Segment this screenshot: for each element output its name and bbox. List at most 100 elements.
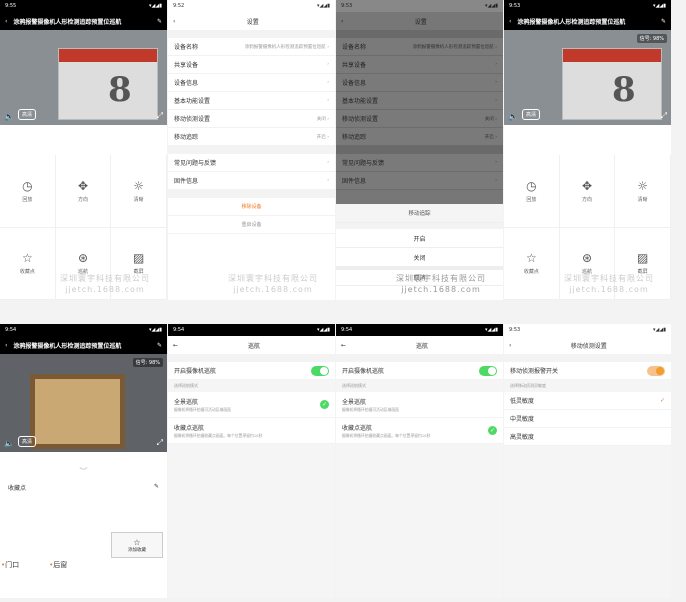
status-icons: ▾◢◢▮ (653, 327, 666, 333)
edit-icon[interactable]: ✎ (154, 483, 159, 492)
watermark: 深圳寰宇科技有限公司 jjetch.1688.com (564, 273, 654, 295)
direction-button[interactable]: ✥ 方向 (55, 155, 112, 228)
settings-row: 共享设备 › (336, 56, 503, 74)
watermark-line: 深圳寰宇科技有限公司 (396, 274, 486, 283)
cruise-option-panorama[interactable]: 全景巡航 摄像机将循环拍摄可活动区域画面 (336, 392, 503, 418)
check-icon: ✓ (659, 397, 665, 404)
settings-row[interactable]: 基本功能设置 › (168, 92, 335, 110)
clarity-label: 清晰 (637, 196, 648, 203)
direction-label: 方向 (77, 196, 88, 203)
chevron-right-icon: › (495, 178, 497, 183)
device-name-value: 涂鸦报警摄像机人形检测追踪预置位巡航 (244, 44, 326, 50)
video-feed[interactable]: 8 🔈 高清 ⤢ (0, 30, 167, 125)
mute-icon[interactable]: 🔈 (4, 439, 14, 448)
title-bar: ‹ 涂鸦报警摄像机人形检测追踪预置位巡航 ✎ (0, 336, 167, 354)
sensitivity-option-high[interactable]: 高灵敏度 (504, 428, 671, 446)
video-feed[interactable]: 信号: 98% 🔈 高清 ⤢ (0, 354, 167, 452)
row-label: 移动追踪 (342, 134, 367, 141)
settings-row[interactable]: 移动追踪 开启 › (168, 128, 335, 146)
settings-row[interactable]: 移动侦测设置 关闭 › (168, 110, 335, 128)
cruise-toggle[interactable] (479, 365, 497, 376)
calendar-number: 8 (108, 70, 132, 110)
screen-cruise-panorama: 9:54 ▾◢◢▮ ← 巡航 开启摄像机巡航 选择巡航模式 全景巡航 摄像机将循环拍… (168, 324, 335, 598)
playback-button[interactable]: ◷ 回放 (504, 155, 560, 228)
settings-row[interactable]: 设备信息 › (168, 74, 335, 92)
status-bar: 9:54 ▾◢◢▮ (168, 324, 335, 336)
settings-row[interactable]: 固件信息 › (168, 172, 335, 190)
check-icon: ✓ (488, 426, 497, 435)
favorite-point[interactable]: •后窗 (49, 560, 67, 570)
direction-button[interactable]: ✥ 方向 (559, 155, 616, 228)
row-label: 常见问题与反馈 (342, 160, 385, 167)
settings-row[interactable]: 设备名称 涂鸦报警摄像机人形检测追踪预置位巡航 › (168, 38, 335, 56)
settings-row[interactable]: 共享设备 › (168, 56, 335, 74)
add-favorite-label: 添加收藏 (128, 547, 146, 553)
page-title: 设置 (246, 18, 259, 26)
cruise-toggle[interactable] (311, 365, 329, 376)
clarity-button[interactable]: ☼ 清晰 (111, 155, 167, 228)
direction-icon: ✥ (581, 178, 593, 193)
motion-alarm-label: 移动侦测报警开关 (510, 368, 559, 375)
mute-icon[interactable]: 🔈 (508, 112, 518, 121)
cruise-toggle-label: 开启摄像机巡航 (342, 368, 385, 375)
title-bar: ‹ 涂鸦报警摄像机人形检测追踪预置位巡航 ✎ (504, 12, 671, 30)
hd-button[interactable]: 高清 (18, 436, 37, 447)
cruise-toggle-row: 开启摄像机巡航 (336, 362, 503, 380)
sheet-option-off[interactable]: 关闭 (336, 248, 503, 267)
settings-row: 基本功能设置 › (336, 92, 503, 110)
motion-alarm-toggle[interactable] (647, 365, 665, 376)
screen-settings: 9:52 ▾◢◢▮ ‹ 设置 设备名称 涂鸦报警摄像机人形检测追踪预置位巡航 › 共… (168, 0, 335, 300)
row-label: 基本功能设置 (342, 98, 379, 105)
sensitivity-option-low[interactable]: 低灵敏度 ✓ (504, 392, 671, 410)
playback-button[interactable]: ◷ 回放 (0, 155, 56, 228)
page-title: 巡航 (248, 342, 261, 350)
title-bar: ‹ 设置 (168, 12, 335, 30)
status-time: 9:53 (341, 3, 353, 9)
mute-icon[interactable]: 🔈 (4, 112, 14, 121)
chevron-right-icon: › (495, 98, 497, 103)
fullscreen-icon[interactable]: ⤢ (157, 111, 163, 121)
remove-device-button[interactable]: 移除设备 (168, 198, 335, 216)
add-favorite-button[interactable]: ☆ 添加收藏 (111, 532, 163, 558)
edit-icon[interactable]: ✎ (661, 18, 666, 25)
row-value: 关闭 › (484, 116, 497, 122)
cruise-option-favorites[interactable]: 收藏点巡航 摄像机将循环拍摄收藏点画面。每个位置停留约10秒 ✓ (336, 418, 503, 444)
edit-icon[interactable]: ✎ (157, 342, 162, 349)
device-title: 涂鸦报警摄像机人形检测追踪预置位巡航 (13, 18, 122, 26)
status-time: 9:52 (173, 3, 185, 9)
settings-row[interactable]: 常见问题与反馈 › (168, 154, 335, 172)
favorite-point-label: 后窗 (53, 561, 68, 569)
cruise-option-favorites[interactable]: 收藏点巡航 摄像机将循环拍摄收藏点画面。每个位置停留约10秒 (168, 418, 335, 444)
watermark-line: jjetch.1688.com (569, 285, 649, 294)
chevron-right-icon: › (495, 80, 497, 85)
clarity-button[interactable]: ☼ 清晰 (615, 155, 671, 228)
section-gap (504, 354, 671, 362)
settings-row: 设备名称 涂鸦报警摄像机人形检测追踪预置位巡航 › (336, 38, 503, 56)
collapse-handle[interactable]: ︶ (0, 466, 167, 477)
favorites-button[interactable]: ☆ 收藏点 (0, 227, 56, 300)
row-value: 开启 › (316, 134, 329, 140)
title-bar: ← 巡航 (168, 336, 335, 354)
favorite-point[interactable]: •门口 (0, 560, 19, 570)
edit-icon[interactable]: ✎ (157, 18, 162, 25)
fullscreen-icon[interactable]: ⤢ (661, 111, 667, 121)
cruise-toggle-label: 开启摄像机巡航 (174, 368, 217, 375)
watermark-line: jjetch.1688.com (65, 285, 145, 294)
chevron-right-icon: › (327, 178, 329, 183)
video-feed[interactable]: 8 信号: 98% 🔈 高清 ⤢ (504, 30, 671, 125)
sensitivity-option-medium[interactable]: 中灵敏度 (504, 410, 671, 428)
hd-button[interactable]: 高清 (522, 109, 541, 120)
hd-button[interactable]: 高清 (18, 109, 37, 120)
status-bar: 9:54 ▾◢◢▮ (0, 324, 167, 336)
cruise-option-panorama[interactable]: 全景巡航 摄像机将循环拍摄可活动区域画面 ✓ (168, 392, 335, 418)
sensitivity-option-label: 中灵敏度 (510, 416, 535, 423)
page-title: 巡航 (416, 342, 429, 350)
restart-device-button[interactable]: 重启设备 (168, 216, 335, 234)
favorites-button[interactable]: ☆ 收藏点 (504, 227, 560, 300)
cruise-mode-label: 选择巡航模式 (336, 380, 503, 392)
direction-icon: ✥ (77, 178, 89, 193)
sheet-option-on[interactable]: 开启 (336, 229, 503, 248)
fullscreen-icon[interactable]: ⤢ (157, 438, 163, 448)
option-text: 全景巡航 摄像机将循环拍摄可活动区域画面 (342, 397, 399, 413)
sun-icon: ☼ (637, 178, 649, 193)
